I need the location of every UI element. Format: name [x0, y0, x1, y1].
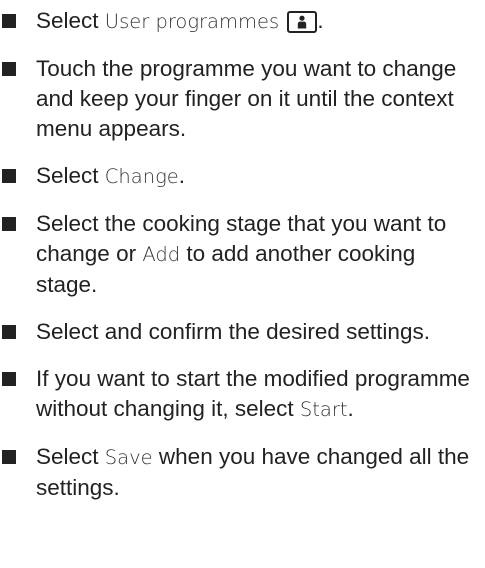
step-text: Touch the programme you want to change a…	[36, 56, 457, 141]
bullet-square-icon	[2, 217, 16, 231]
step-text: .	[317, 8, 324, 33]
ui-label-change: Change	[104, 165, 179, 188]
step-text: Select	[36, 444, 105, 469]
step-text: .	[347, 396, 354, 421]
step-text: Select and confirm the desired settings.	[36, 319, 430, 344]
list-item: Select and confirm the desired settings.	[0, 317, 485, 347]
ui-label-save: Save	[104, 446, 153, 469]
ui-label-user-programmes: User programmes	[104, 10, 280, 33]
bullet-square-icon	[2, 169, 16, 183]
list-item: Select Save when you have changed all th…	[0, 442, 485, 503]
instruction-list: Select User programmes . Touch the progr…	[0, 0, 485, 503]
list-item: Select User programmes .	[0, 6, 485, 37]
list-item: Select Change.	[0, 161, 485, 192]
ui-label-start: Start	[299, 398, 348, 421]
list-item: Select the cooking stage that you want t…	[0, 209, 485, 300]
bullet-square-icon	[2, 450, 16, 464]
step-text: .	[178, 163, 186, 188]
ui-label-add: Add	[142, 243, 181, 266]
step-text: Select	[36, 8, 105, 33]
step-text: Select	[36, 163, 105, 188]
list-item: Touch the programme you want to change a…	[0, 54, 485, 144]
bullet-square-icon	[2, 62, 16, 76]
list-item: If you want to start the modified progra…	[0, 364, 485, 425]
user-icon	[287, 11, 318, 33]
bullet-square-icon	[2, 325, 16, 339]
bullet-square-icon	[2, 14, 16, 28]
step-text: If you want to start the modified progra…	[36, 366, 470, 421]
bullet-square-icon	[2, 372, 16, 386]
